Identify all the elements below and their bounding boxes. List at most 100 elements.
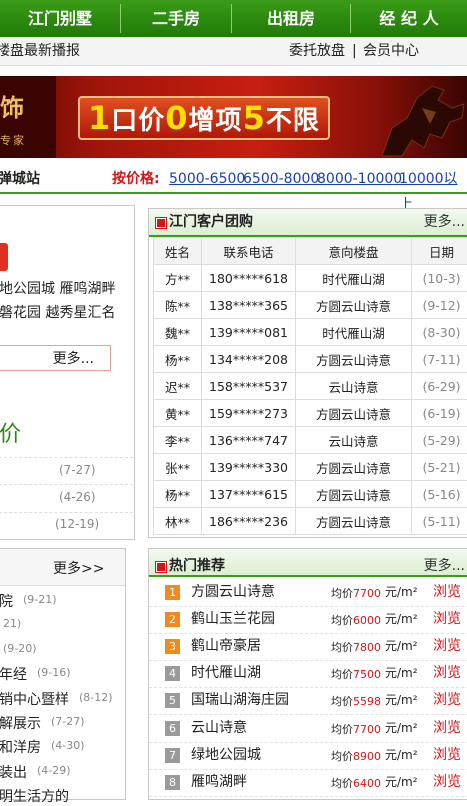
divider xyxy=(0,484,133,485)
buyer-name: 黄** xyxy=(154,400,202,427)
hot-list-item[interactable]: 2鹤山玉兰花园均价6000元/m²浏览 xyxy=(149,606,467,634)
hot-list-item[interactable]: 4时代雁山湖均价7500元/m²浏览 xyxy=(149,660,467,688)
title-square-icon xyxy=(156,218,166,228)
left-red-button[interactable] xyxy=(0,243,8,271)
group-buy-more-link[interactable]: 更多... xyxy=(424,209,465,235)
browse-link[interactable]: 浏览 xyxy=(433,633,461,660)
price-unit: 元/m² xyxy=(385,742,418,769)
hot-list-item[interactable]: 6云山诗意均价7700元/m²浏览 xyxy=(149,715,467,743)
hot-list-item[interactable]: 1方圆云山诗意均价7700元/m²浏览 xyxy=(149,579,467,607)
hot-property-name[interactable]: 方圆云山诗意 xyxy=(191,579,275,606)
price-value: 7800 xyxy=(353,641,381,654)
slogan-text-3: 不限 xyxy=(266,106,320,136)
buyer-phone: 139*****330 xyxy=(202,454,296,481)
promo-banner[interactable]: 饰 专家 1口价0增项5不限 xyxy=(0,76,467,158)
nav-item-villa[interactable]: 江门别墅 xyxy=(0,0,120,37)
news-label[interactable]: 楼盘最新播报 xyxy=(0,37,80,65)
buyer-name: 迟** xyxy=(154,373,202,400)
price-filter-label: 按价格: xyxy=(112,166,160,192)
nav-item-secondhand[interactable]: 二手房 xyxy=(121,0,231,37)
buyer-date: (5-29) xyxy=(412,427,467,454)
browse-link[interactable]: 浏览 xyxy=(433,715,461,742)
rank-badge: 7 xyxy=(165,748,180,763)
left-news-more-link[interactable]: 更多>> xyxy=(53,558,104,578)
hot-list-item[interactable]: 7绿地公园城均价8900元/m²浏览 xyxy=(149,742,467,770)
hot-list-item[interactable]: 5国瑞山湖海庄园均价5598元/m²浏览 xyxy=(149,687,467,715)
news-list-item[interactable]: 解展示 xyxy=(0,713,41,733)
news-list-item[interactable]: 装出 xyxy=(0,762,27,782)
slogan-text-1: 口价 xyxy=(111,106,165,136)
nav-item-agent[interactable]: 经 纪 人 xyxy=(351,0,467,37)
buyer-phone: 134*****208 xyxy=(202,346,296,373)
table-row: 杨**137*****615方圆云山诗意(5-16) xyxy=(154,481,467,508)
buyer-property[interactable]: 方圆云山诗意 xyxy=(296,454,412,481)
hot-property-name[interactable]: 时代雁山湖 xyxy=(191,660,261,687)
browse-link[interactable]: 浏览 xyxy=(433,579,461,606)
buyer-property[interactable]: 方圆云山诗意 xyxy=(296,508,412,535)
nav-item-rental[interactable]: 出租房 xyxy=(232,0,350,37)
table-row: 迟**158*****537云山诗意(6-29) xyxy=(154,373,467,400)
news-list-item[interactable]: 年经 xyxy=(0,664,27,684)
slogan-num-1: 1 xyxy=(88,99,111,137)
hot-property-name[interactable]: 鹤山帝豪居 xyxy=(191,633,261,660)
buyer-name: 林** xyxy=(154,508,202,535)
buyer-property[interactable]: 方圆云山诗意 xyxy=(296,481,412,508)
hot-price: 均价7500 xyxy=(331,660,381,687)
hot-property-name[interactable]: 鹤山玉兰花园 xyxy=(191,606,275,633)
buyer-property[interactable]: 方圆云山诗意 xyxy=(296,400,412,427)
hot-property-name[interactable]: 绿地公园城 xyxy=(191,742,261,769)
hot-price: 均价7700 xyxy=(331,579,381,606)
price-unit: 元/m² xyxy=(385,660,418,687)
price-prefix: 均价 xyxy=(331,641,353,654)
price-value: 7700 xyxy=(353,587,381,600)
hot-list-item[interactable]: 8雁鸣湖畔均价6400元/m²浏览 xyxy=(149,769,467,797)
price-link-6500-8000[interactable]: 6500-8000 xyxy=(243,166,319,192)
buyer-property[interactable]: 云山诗意 xyxy=(296,427,412,454)
subbar-separator: | xyxy=(352,37,357,65)
buyer-property[interactable]: 时代雁山湖 xyxy=(296,319,412,346)
table-header-row: 姓名 联系电话 意向楼盘 日期 xyxy=(154,238,467,265)
news-list-item[interactable]: 和洋房 xyxy=(0,737,41,757)
price-link-8000-10000[interactable]: 8000-10000 xyxy=(317,166,402,192)
table-row: 陈**138*****365方圆云山诗意(9-12) xyxy=(154,292,467,319)
hot-recommend-title: 热门推荐 xyxy=(169,553,225,579)
hot-price: 均价7800 xyxy=(331,633,381,660)
price-unit: 元/m² xyxy=(385,606,418,633)
banner-logo-sub: 专家 xyxy=(0,132,26,148)
price-unit: 元/m² xyxy=(385,579,418,606)
news-list-item[interactable]: 销中心暨样 xyxy=(0,689,69,709)
news-list-date: (4-30) xyxy=(51,739,85,752)
news-list-date: (9-20) xyxy=(3,642,37,655)
hot-recommend-header: 热门推荐 更多... xyxy=(149,549,467,577)
entrust-link[interactable]: 委托放盘 xyxy=(289,37,345,65)
left-links-line-2[interactable]: 磐花园 越秀星汇名 xyxy=(0,302,115,322)
hot-recommend-more-link[interactable]: 更多... xyxy=(424,553,465,579)
hot-property-name[interactable]: 云山诗意 xyxy=(191,715,247,742)
buyer-date: (5-21) xyxy=(412,454,467,481)
buyer-name: 李** xyxy=(154,427,202,454)
buyer-property[interactable]: 方圆云山诗意 xyxy=(296,346,412,373)
col-header-name: 姓名 xyxy=(154,238,202,265)
browse-link[interactable]: 浏览 xyxy=(433,660,461,687)
buyer-property[interactable]: 云山诗意 xyxy=(296,373,412,400)
hot-price: 均价6000 xyxy=(331,606,381,633)
price-prefix: 均价 xyxy=(331,777,353,790)
news-list-item[interactable]: 明生活方的 xyxy=(0,786,69,806)
browse-link[interactable]: 浏览 xyxy=(433,606,461,633)
left-links-line-1[interactable]: 地公园城 雁鸣湖畔 xyxy=(0,278,115,298)
buyer-name: 张** xyxy=(154,454,202,481)
buyer-property[interactable]: 方圆云山诗意 xyxy=(296,292,412,319)
news-list-date: (7-27) xyxy=(51,715,85,728)
buyer-date: (9-12) xyxy=(412,292,467,319)
news-list-item[interactable]: 院 xyxy=(0,591,13,611)
browse-link[interactable]: 浏览 xyxy=(433,687,461,714)
left-more-button[interactable]: 更多... xyxy=(0,345,111,371)
banner-logo: 饰 专家 xyxy=(0,76,56,158)
col-header-property: 意向楼盘 xyxy=(296,238,412,265)
hot-property-name[interactable]: 国瑞山湖海庄园 xyxy=(191,687,289,714)
browse-link[interactable]: 浏览 xyxy=(433,742,461,769)
buyer-property[interactable]: 时代雁山湖 xyxy=(296,265,412,292)
price-link-5000-6500[interactable]: 5000-6500 xyxy=(169,166,245,192)
member-center-link[interactable]: 会员中心 xyxy=(363,37,419,65)
hot-list-item[interactable]: 3鹤山帝豪居均价7800元/m²浏览 xyxy=(149,633,467,661)
